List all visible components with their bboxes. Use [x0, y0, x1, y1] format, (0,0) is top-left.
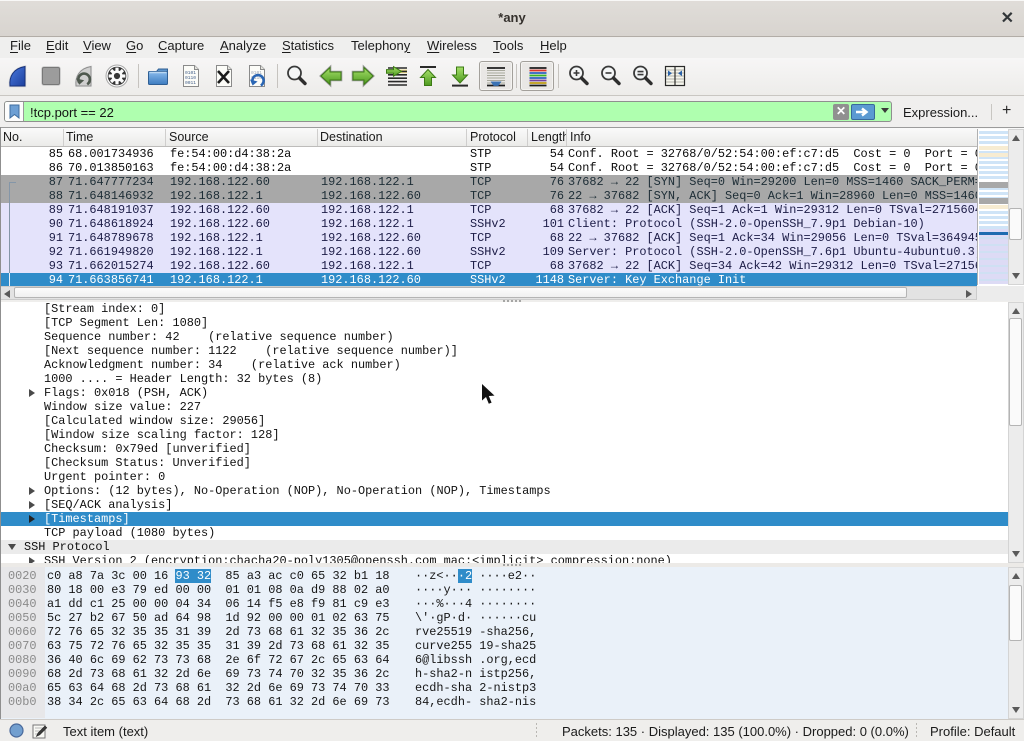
svg-text:0011: 0011 [185, 80, 196, 86]
